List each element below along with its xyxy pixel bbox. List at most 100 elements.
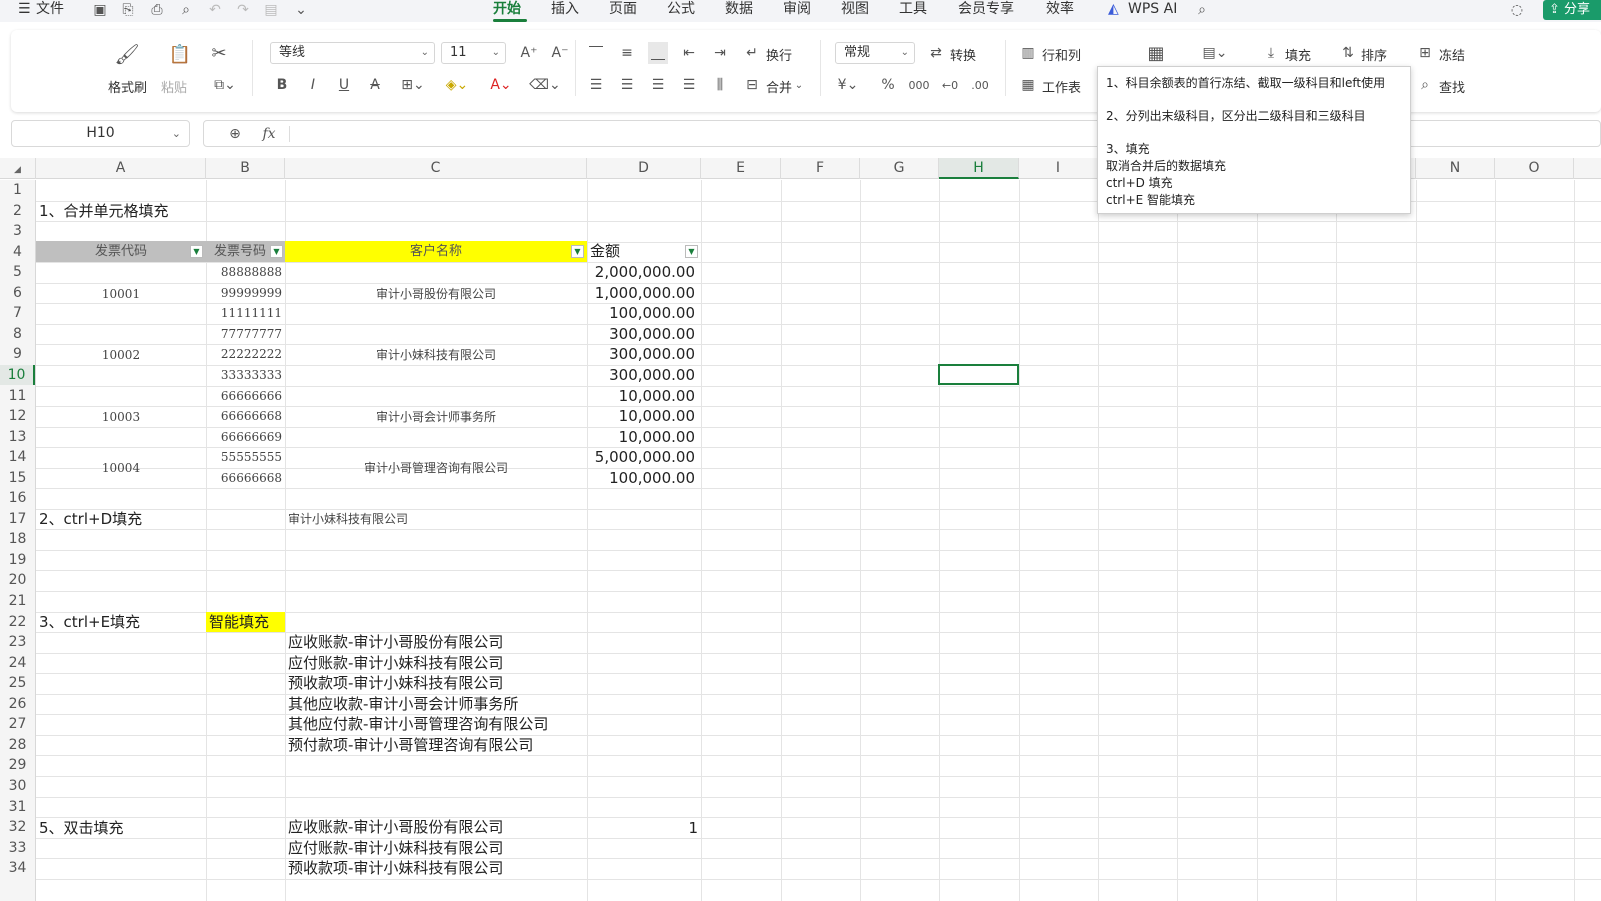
currency-icon[interactable]: ¥ ⌄ — [836, 74, 860, 96]
amount-cell[interactable]: 100,000.00 — [587, 303, 695, 323]
font-size-select[interactable]: 11 ⌄ — [441, 42, 506, 64]
row-header-19[interactable]: 19 — [0, 550, 35, 571]
double-click-value-cell[interactable]: 1 — [587, 818, 698, 838]
row-header-6[interactable]: 6 — [0, 283, 35, 304]
paste-icon[interactable]: 📋 — [168, 42, 192, 66]
format-icon[interactable]: ▤ — [261, 0, 281, 20]
merge-icon[interactable]: ⊟ — [742, 74, 762, 96]
section-title-double-click[interactable]: 5、双击填充 — [39, 818, 124, 838]
tab-review[interactable]: 审阅 — [783, 0, 811, 20]
bold-icon[interactable]: B — [272, 74, 292, 96]
amount-cell[interactable]: 2,000,000.00 — [587, 262, 695, 282]
amount-cell[interactable]: 300,000.00 — [587, 324, 695, 344]
wrap-icon[interactable]: ↵ — [742, 42, 762, 64]
tab-formula[interactable]: 公式 — [667, 0, 695, 20]
fill-color-icon[interactable]: ◈⌄ — [442, 74, 472, 96]
row-header-31[interactable]: 31 — [0, 797, 35, 818]
tab-home[interactable]: 开始 — [493, 0, 521, 20]
customer-cell[interactable]: 审计小哥股份有限公司 — [285, 284, 587, 304]
row-header-3[interactable]: 3 — [0, 221, 35, 242]
customer-cell[interactable]: 审计小妹科技有限公司 — [285, 345, 587, 365]
tab-wps-ai[interactable]: WPS AI — [1128, 0, 1177, 20]
row-header-26[interactable]: 26 — [0, 694, 35, 715]
thousands-icon[interactable]: 000 — [906, 74, 932, 96]
format-painter-label[interactable]: 格式刷 — [108, 77, 147, 96]
align-middle-icon[interactable]: ≡ — [617, 42, 637, 64]
invoice-number-cell[interactable]: 22222222 — [206, 344, 282, 364]
freeze-icon[interactable]: ⊞ — [1415, 42, 1435, 64]
filter-dropdown-icon[interactable]: ▼ — [571, 245, 584, 258]
invoice-number-cell[interactable]: 66666669 — [206, 427, 282, 447]
row-header-15[interactable]: 15 — [0, 468, 35, 489]
select-all-corner[interactable]: ◢ — [0, 158, 36, 179]
decrease-font-icon[interactable]: A⁻ — [549, 42, 571, 64]
row-header-9[interactable]: 9 — [0, 344, 35, 365]
fill-button[interactable]: 填充 — [1285, 45, 1311, 64]
section-title-ctrl-d[interactable]: 2、ctrl+D填充 — [39, 509, 142, 529]
column-header-o[interactable]: O — [1495, 158, 1574, 179]
invoice-number-cell[interactable]: 55555555 — [206, 447, 282, 467]
column-header-a[interactable]: A — [36, 158, 206, 179]
table-style-icon[interactable]: ▦ — [1143, 40, 1169, 66]
comment-icon[interactable]: ◌ — [1506, 0, 1528, 20]
name-box[interactable]: H10 ⌄ — [11, 120, 190, 147]
sort-button[interactable]: 排序 — [1361, 45, 1387, 64]
column-header-h[interactable]: H — [939, 158, 1019, 179]
fill-icon[interactable]: ⤓ — [1261, 42, 1281, 64]
strikethrough-icon[interactable]: A — [365, 74, 385, 96]
paste-label[interactable]: 粘贴 — [161, 77, 187, 96]
invoice-number-cell[interactable]: 33333333 — [206, 365, 282, 385]
search-icon[interactable]: ⌕ — [1192, 0, 1212, 20]
merge-button[interactable]: 合并 — [766, 77, 792, 96]
ctrl-e-item-cell[interactable]: 其他应付款-审计小哥管理咨询有限公司 — [288, 714, 548, 734]
row-header-18[interactable]: 18 — [0, 529, 35, 550]
section-title-merge-fill[interactable]: 1、合并单元格填充 — [39, 201, 169, 221]
invoice-number-cell[interactable]: 99999999 — [206, 283, 282, 303]
invoice-number-cell[interactable]: 11111111 — [206, 303, 282, 323]
row-header-33[interactable]: 33 — [0, 838, 35, 859]
align-left-icon[interactable]: ☰ — [586, 74, 606, 96]
double-click-item-cell[interactable]: 预收款项-审计小妹科技有限公司 — [288, 858, 503, 878]
row-header-12[interactable]: 12 — [0, 406, 35, 427]
underline-icon[interactable]: U — [334, 74, 354, 96]
ctrl-e-item-cell[interactable]: 预付款项-审计小哥管理咨询有限公司 — [288, 735, 533, 755]
row-header-23[interactable]: 23 — [0, 632, 35, 653]
justify-icon[interactable]: ☰ — [679, 74, 699, 96]
menu-file[interactable]: 文件 — [36, 0, 64, 20]
undo-icon[interactable]: ↶ — [205, 0, 225, 20]
amount-cell[interactable]: 10,000.00 — [587, 406, 695, 426]
row-header-4[interactable]: 4 — [0, 242, 35, 263]
active-cell-h10[interactable] — [938, 364, 1019, 385]
row-header-1[interactable]: 1 — [0, 180, 35, 201]
freeze-button[interactable]: 冻结 — [1439, 45, 1465, 64]
font-color-icon[interactable]: A⌄ — [486, 74, 516, 96]
invoice-number-cell[interactable]: 77777777 — [206, 324, 282, 344]
outdent-icon[interactable]: ⇤ — [679, 42, 699, 64]
double-click-item-cell[interactable]: 应付账款-审计小妹科技有限公司 — [288, 838, 503, 858]
amount-cell[interactable]: 5,000,000.00 — [587, 447, 695, 467]
amount-cell[interactable]: 300,000.00 — [587, 344, 695, 364]
format-painter-icon[interactable]: 🖌 — [114, 42, 139, 66]
invoice-code-cell[interactable]: 10003 — [36, 407, 206, 427]
rows-cols-icon[interactable]: ▥ — [1018, 42, 1038, 64]
convert-button[interactable]: 转换 — [950, 45, 976, 64]
row-header-5[interactable]: 5 — [0, 262, 35, 283]
column-header-d[interactable]: D — [587, 158, 701, 179]
row-header-17[interactable]: 17 — [0, 509, 35, 530]
row-header-10[interactable]: 10 — [0, 364, 35, 386]
amount-cell[interactable]: 10,000.00 — [587, 386, 695, 406]
filter-dropdown-icon[interactable]: ▼ — [685, 245, 698, 258]
row-header-24[interactable]: 24 — [0, 653, 35, 674]
decrease-decimal-icon[interactable]: .00 — [968, 74, 992, 96]
align-right-icon[interactable]: ☰ — [648, 74, 668, 96]
customer-cell[interactable]: 审计小哥会计师事务所 — [285, 407, 587, 427]
invoice-code-cell[interactable]: 10002 — [36, 345, 206, 365]
increase-decimal-icon[interactable]: ←0 — [938, 74, 962, 96]
chevron-down-icon[interactable]: ⌄ — [793, 74, 805, 96]
share-button[interactable]: ⇪ 分享 — [1543, 0, 1601, 20]
row-header-22[interactable]: 22 — [0, 612, 35, 633]
row-header-32[interactable]: 32 — [0, 817, 35, 838]
column-header-c[interactable]: C — [285, 158, 587, 179]
amount-cell[interactable]: 300,000.00 — [587, 365, 695, 385]
save-icon[interactable]: ▣ — [90, 0, 110, 20]
